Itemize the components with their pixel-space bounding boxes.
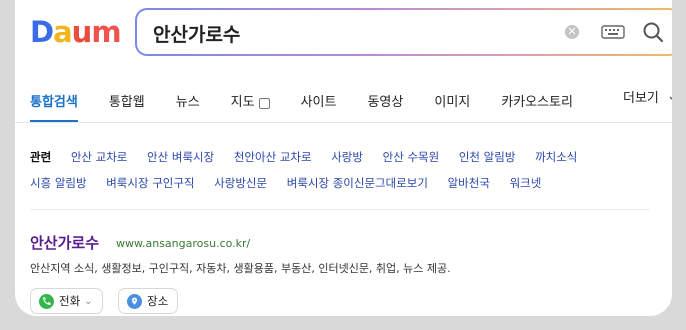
result-url[interactable]: www.ansangarosu.co.kr/ — [116, 237, 250, 250]
place-label: 장소 — [147, 294, 169, 308]
related-link[interactable]: 인천 알림방 — [459, 150, 516, 164]
tab-label: 카카오스토리 — [501, 95, 574, 110]
tab-news[interactable]: 뉴스 — [176, 83, 200, 123]
result-description: 안산지역 소식, 생활정보, 구인구직, 자동차, 생활용품, 부동산, 인터넷… — [30, 262, 451, 275]
search-page: Daum ✕ 통합검색 통합웹 뉴스 지도 사이트 동영상 이미지 카카 — [15, 0, 672, 316]
related-searches: 관련 안산 교차로 안산 벼룩시장 천안아산 교차로 사랑방 안산 수목원 인천… — [30, 144, 660, 196]
tab-site[interactable]: 사이트 — [301, 83, 337, 123]
tab-integrated-search[interactable]: 통합검색 — [30, 83, 78, 123]
keyboard-icon[interactable] — [601, 24, 625, 40]
related-link[interactable]: 안산 벼룩시장 — [147, 150, 214, 164]
tab-label: 이미지 — [434, 95, 471, 110]
bottom-shade — [0, 316, 686, 330]
related-link[interactable]: 천안아산 교차로 — [234, 150, 312, 164]
related-link[interactable]: 벼룩시장 종이신문그대로보기 — [287, 176, 428, 190]
related-link[interactable]: 워크넷 — [510, 176, 542, 190]
daum-logo[interactable]: Daum — [30, 15, 122, 49]
search-input[interactable] — [151, 18, 535, 48]
tab-label: 지도 — [230, 95, 255, 110]
more-menu[interactable]: 더보기 — [623, 83, 672, 115]
related-link[interactable]: 시흥 알림방 — [30, 176, 87, 190]
related-link[interactable]: 사랑방 — [331, 150, 363, 164]
tab-label: 사이트 — [300, 95, 337, 110]
tab-video[interactable]: 동영상 — [367, 83, 403, 123]
tab-map[interactable]: 지도 — [231, 83, 270, 123]
clear-circle-icon[interactable]: ✕ — [565, 25, 579, 39]
related-link[interactable]: 안산 교차로 — [71, 150, 128, 164]
logo-letter-a: a — [53, 15, 73, 49]
tab-integrated-web[interactable]: 통합웹 — [109, 83, 145, 123]
chevron-down-icon — [669, 96, 672, 100]
result-title-link[interactable]: 안산가로수 — [30, 232, 99, 253]
place-button[interactable]: 장소 — [118, 288, 179, 314]
phone-label: 전화 — [59, 294, 81, 308]
tabs-divider — [15, 122, 672, 123]
tab-label: 통합검색 — [30, 95, 78, 110]
tab-image[interactable]: 이미지 — [434, 83, 470, 123]
logo-letter-d: D — [30, 15, 54, 49]
phone-button[interactable]: 전화 ⌄ — [30, 288, 103, 314]
phone-icon — [39, 293, 54, 309]
location-pin-icon — [127, 293, 142, 309]
related-link[interactable]: 안산 수목원 — [383, 150, 440, 164]
search-box: ✕ — [135, 8, 672, 56]
search-icon[interactable] — [642, 21, 664, 43]
tab-kakaostory[interactable]: 카카오스토리 — [501, 83, 573, 123]
logo-letter-u: u — [71, 15, 93, 49]
search-tabs: 통합검색 통합웹 뉴스 지도 사이트 동영상 이미지 카카오스토리 — [30, 83, 604, 123]
related-link[interactable]: 벼룩시장 구인구직 — [106, 176, 194, 190]
tab-label: 통합웹 — [108, 95, 145, 110]
map-checkbox-icon — [258, 97, 270, 109]
related-link[interactable]: 까치소식 — [535, 150, 577, 164]
related-link[interactable]: 사랑방신문 — [214, 176, 267, 190]
more-label: 더보기 — [623, 91, 659, 106]
logo-letter-m: m — [91, 15, 121, 49]
tab-label: 뉴스 — [175, 95, 200, 110]
section-divider — [30, 209, 650, 210]
related-link[interactable]: 알바천국 — [448, 176, 490, 190]
search-box-inner: ✕ — [137, 10, 672, 54]
tab-label: 동영상 — [367, 95, 404, 110]
related-label: 관련 — [30, 150, 52, 164]
chevron-down-icon: ⌄ — [84, 295, 93, 307]
